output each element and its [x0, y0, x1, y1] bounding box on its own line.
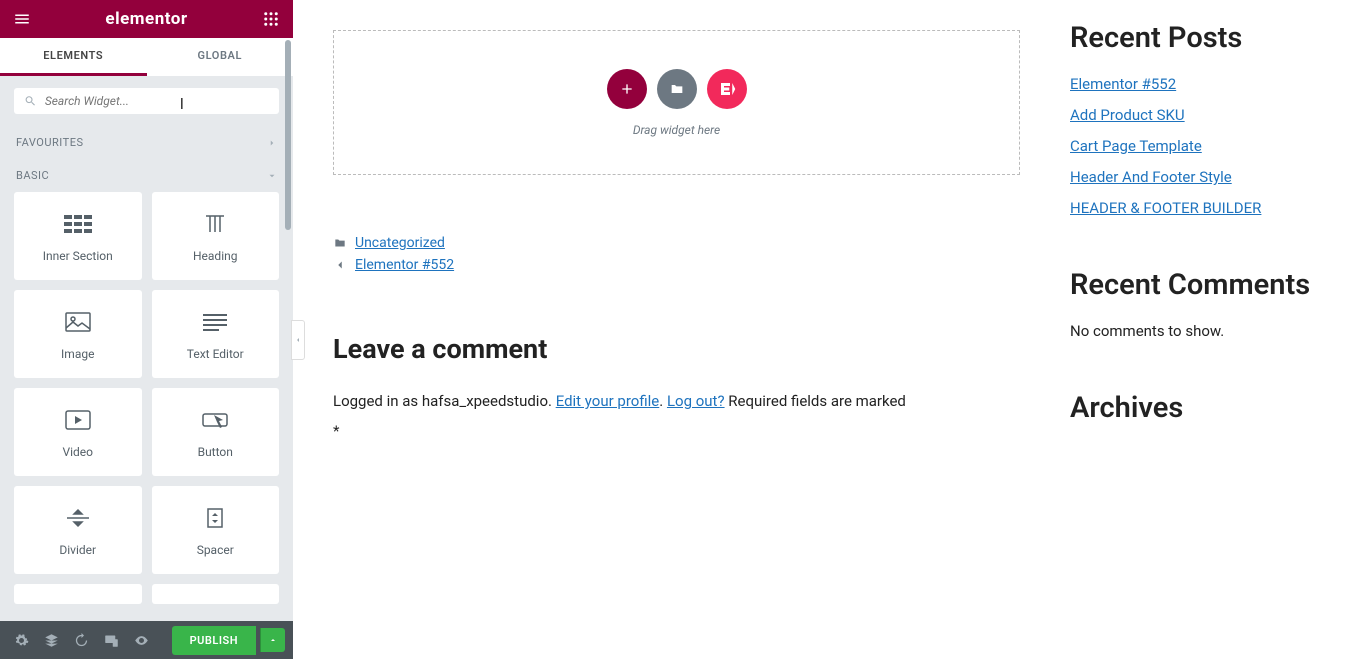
category-label: BASIC — [16, 169, 49, 182]
folder-icon — [333, 236, 347, 250]
panel-tabs: ELEMENTS GLOBAL — [0, 38, 293, 76]
chevron-right-icon — [267, 138, 277, 148]
list-item: Add Product SKU — [1070, 105, 1340, 124]
widget-partial-2[interactable] — [152, 584, 280, 604]
hamburger-icon[interactable] — [12, 9, 32, 29]
category-link[interactable]: Uncategorized — [355, 235, 445, 251]
main-area: Drag widget here Uncategorized Elementor… — [293, 0, 1370, 659]
widget-text-editor[interactable]: Text Editor — [152, 290, 280, 378]
widget-spacer[interactable]: Spacer — [152, 486, 280, 574]
list-item: HEADER & FOOTER BUILDER — [1070, 198, 1340, 217]
widget-divider[interactable]: Divider — [14, 486, 142, 574]
elementor-panel: elementor ELEMENTS GLOBAL I FAVOURITES B… — [0, 0, 293, 659]
blog-sidebar: Recent Posts Elementor #552 Add Product … — [1060, 0, 1370, 659]
widget-inner-section[interactable]: Inner Section — [14, 192, 142, 280]
widget-partial-1[interactable] — [14, 584, 142, 604]
plus-icon — [619, 81, 635, 97]
video-icon — [63, 405, 93, 435]
widget-label: Divider — [59, 543, 96, 557]
widget-label: Video — [62, 445, 93, 459]
comment-heading: Leave a comment — [333, 333, 1020, 365]
dropzone[interactable]: Drag widget here — [333, 30, 1020, 175]
widget-label: Button — [198, 445, 233, 459]
elementskit-button[interactable] — [707, 69, 747, 109]
meta-breadcrumb-row: Elementor #552 — [333, 257, 1020, 273]
scrollbar-thumb[interactable] — [285, 40, 291, 230]
recent-posts-list: Elementor #552 Add Product SKU Cart Page… — [1070, 74, 1340, 217]
divider-icon — [63, 503, 93, 533]
recent-comments-section: Recent Comments No comments to show. — [1070, 267, 1340, 339]
chevron-down-icon — [267, 171, 277, 181]
apps-grid-icon[interactable] — [261, 9, 281, 29]
panel-header: elementor — [0, 0, 293, 38]
no-comments-text: No comments to show. — [1070, 322, 1340, 340]
ek-icon — [718, 80, 736, 98]
recent-posts-heading: Recent Posts — [1070, 20, 1340, 56]
search-input[interactable] — [45, 94, 269, 108]
image-icon — [63, 307, 93, 337]
collapse-panel-icon[interactable] — [291, 320, 305, 360]
list-item: Elementor #552 — [1070, 74, 1340, 93]
category-label: FAVOURITES — [16, 136, 83, 149]
heading-icon — [200, 209, 230, 239]
chevron-left-icon — [333, 258, 347, 272]
post-link[interactable]: HEADER & FOOTER BUILDER — [1070, 199, 1261, 217]
publish-button[interactable]: PUBLISH — [172, 626, 256, 655]
widget-label: Spacer — [197, 543, 234, 557]
dropzone-buttons — [607, 69, 747, 109]
text-cursor-icon: I — [180, 94, 184, 113]
navigator-icon[interactable] — [38, 627, 64, 653]
post-link[interactable]: Cart Page Template — [1070, 137, 1202, 155]
canvas: Drag widget here Uncategorized Elementor… — [293, 0, 1060, 659]
post-link[interactable]: Elementor #552 — [1070, 75, 1176, 93]
comment-status: Logged in as hafsa_xpeedstudio. Edit you… — [333, 389, 1020, 443]
widget-button[interactable]: Button — [152, 388, 280, 476]
add-section-button[interactable] — [607, 69, 647, 109]
required-asterisk: * — [333, 419, 1020, 443]
widget-heading[interactable]: Heading — [152, 192, 280, 280]
widget-image[interactable]: Image — [14, 290, 142, 378]
widget-label: Inner Section — [43, 249, 113, 263]
folder-icon — [669, 81, 685, 97]
prev-post-link[interactable]: Elementor #552 — [355, 257, 454, 273]
tab-elements[interactable]: ELEMENTS — [0, 38, 147, 76]
search-icon — [24, 94, 37, 108]
search-wrap: I — [0, 76, 293, 126]
widget-label: Text Editor — [187, 347, 244, 361]
panel-footer: PUBLISH — [0, 621, 293, 659]
button-icon — [200, 405, 230, 435]
logo: elementor — [105, 9, 187, 29]
category-favourites[interactable]: FAVOURITES — [0, 126, 293, 159]
inner-section-icon — [63, 209, 93, 239]
archives-heading: Archives — [1070, 390, 1340, 426]
recent-posts-section: Recent Posts Elementor #552 Add Product … — [1070, 20, 1340, 217]
logout-link[interactable]: Log out? — [667, 392, 725, 410]
gear-icon[interactable] — [8, 627, 34, 653]
widget-grid: Inner Section Heading Image Text Editor … — [0, 192, 293, 614]
meta-category-row: Uncategorized — [333, 235, 1020, 251]
post-link[interactable]: Add Product SKU — [1070, 106, 1185, 124]
responsive-icon[interactable] — [98, 627, 124, 653]
text-editor-icon — [200, 307, 230, 337]
preview-icon[interactable] — [128, 627, 154, 653]
recent-comments-heading: Recent Comments — [1070, 267, 1340, 303]
widget-label: Heading — [193, 249, 238, 263]
post-meta: Uncategorized Elementor #552 — [333, 235, 1020, 273]
list-item: Cart Page Template — [1070, 136, 1340, 155]
logged-in-text: Logged in as hafsa_xpeedstudio. — [333, 392, 556, 410]
spacer-icon — [200, 503, 230, 533]
archives-section: Archives — [1070, 390, 1340, 426]
widget-label: Image — [61, 347, 94, 361]
dropzone-text: Drag widget here — [633, 123, 720, 137]
list-item: Header And Footer Style — [1070, 167, 1340, 186]
edit-profile-link[interactable]: Edit your profile — [556, 392, 660, 410]
tab-global[interactable]: GLOBAL — [147, 38, 294, 76]
category-basic[interactable]: BASIC — [0, 159, 293, 192]
history-icon[interactable] — [68, 627, 94, 653]
search-box: I — [14, 88, 279, 114]
post-link[interactable]: Header And Footer Style — [1070, 168, 1232, 186]
publish-caret[interactable] — [260, 628, 285, 652]
widget-video[interactable]: Video — [14, 388, 142, 476]
template-button[interactable] — [657, 69, 697, 109]
